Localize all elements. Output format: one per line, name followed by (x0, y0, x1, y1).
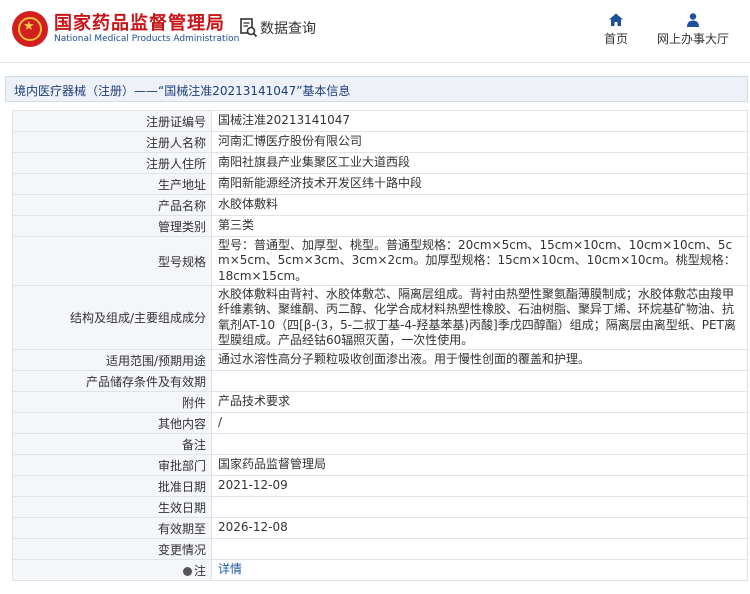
home-icon (609, 13, 623, 26)
table-row: 其他内容 / (12, 412, 748, 434)
field-label: 注册人名称 (12, 131, 212, 153)
field-label: 有效期至 (12, 517, 212, 539)
record-title-bar: 境内医疗器械（注册）——“国械注准20213141047”基本信息 (5, 76, 748, 102)
site-name[interactable]: 国家药品监督管理局 (54, 9, 225, 35)
nav-online-service-hall[interactable]: 网上办事大厅 (651, 12, 735, 47)
field-label: 生产地址 (12, 173, 212, 195)
nav-hall-label: 网上办事大厅 (656, 32, 729, 46)
field-label: 变更情况 (12, 538, 212, 560)
field-value: 河南汇博医疗股份有限公司 (211, 131, 748, 153)
field-value (211, 433, 748, 455)
emblem-logo-icon[interactable] (12, 11, 48, 47)
bulb-icon (182, 566, 192, 576)
field-value (211, 496, 748, 518)
detail-link[interactable]: 详情 (218, 562, 242, 576)
field-label: 审批部门 (12, 454, 212, 476)
person-icon (687, 13, 699, 27)
field-label: 备注 (12, 433, 212, 455)
field-value: 2021-12-09 (211, 475, 748, 497)
table-row: 结构及组成/主要组成成分 水胶体敷料由背衬、水胶体敷芯、隔离层组成。背衬由热塑性聚… (12, 285, 748, 350)
field-value: 国家药品监督管理局 (211, 454, 748, 476)
field-label: 结构及组成/主要组成成分 (12, 285, 212, 350)
field-value: 国械注准20213141047 (211, 110, 748, 132)
field-label: 型号规格 (12, 236, 212, 286)
data-query-icon (240, 18, 258, 38)
table-row: 生产地址 南阳新能源经济技术开发区纬十路中段 (12, 173, 748, 195)
field-value: 产品技术要求 (211, 391, 748, 413)
table-row: 批准日期 2021-12-09 (12, 475, 748, 497)
field-value: 详情 (211, 559, 748, 581)
table-row: 注册人名称 河南汇博医疗股份有限公司 (12, 131, 748, 153)
nav-home[interactable]: 首页 (598, 12, 634, 47)
field-label: 注册人住所 (12, 152, 212, 174)
field-value (211, 370, 748, 392)
field-label: 批准日期 (12, 475, 212, 497)
field-value: 水胶体敷料由背衬、水胶体敷芯、隔离层组成。背衬由热塑性聚氨酯薄膜制成；水胶体敷芯… (211, 285, 748, 350)
record-info-table: 注册证编号 国械注准20213141047 注册人名称 河南汇博医疗股份有限公司 注册人… (12, 110, 748, 581)
field-label: 附件 (12, 391, 212, 413)
table-row: 变更情况 (12, 538, 748, 560)
data-query-label: 数据查询 (260, 21, 316, 37)
field-value: 南阳社旗县产业集聚区工业大道西段 (211, 152, 748, 174)
field-value: 型号：普通型、加厚型、桃型。普通型规格：20cm×5cm、15cm×10cm、1… (211, 236, 748, 286)
note-label: 注 (193, 563, 206, 578)
field-value: 2026-12-08 (211, 517, 748, 539)
table-row: 产品名称 水胶体敷料 (12, 194, 748, 216)
table-row: 注册人住所 南阳社旗县产业集聚区工业大道西段 (12, 152, 748, 174)
field-value: 水胶体敷料 (211, 194, 748, 216)
field-label: 管理类别 (12, 215, 212, 237)
table-row: 生效日期 (12, 496, 748, 518)
table-row: 备注 (12, 433, 748, 455)
table-row: 型号规格 型号：普通型、加厚型、桃型。普通型规格：20cm×5cm、15cm×10… (12, 236, 748, 286)
field-value: / (211, 412, 748, 434)
table-row: 附件 产品技术要求 (12, 391, 748, 413)
site-name-en: National Medical Products Administration (54, 34, 240, 44)
field-label: 注册证编号 (12, 110, 212, 132)
record-title: 境内医疗器械（注册）——“国械注准20213141047”基本信息 (14, 84, 351, 98)
table-row: 注册证编号 国械注准20213141047 (12, 110, 748, 132)
field-label: 其他内容 (12, 412, 212, 434)
field-value: 通过水溶性高分子颗粒吸收创面渗出液。用于慢性创面的覆盖和护理。 (211, 349, 748, 371)
field-label: 生效日期 (12, 496, 212, 518)
field-value: 南阳新能源经济技术开发区纬十路中段 (211, 173, 748, 195)
site-header: 国家药品监督管理局 National Medical Products Admi… (0, 0, 750, 63)
table-row: 产品储存条件及有效期 (12, 370, 748, 392)
table-row: 有效期至 2026-12-08 (12, 517, 748, 539)
table-row: 注详情 (12, 559, 748, 581)
field-value (211, 538, 748, 560)
field-label: 适用范围/预期用途 (12, 349, 212, 371)
field-label: 注 (12, 559, 212, 581)
table-row: 审批部门 国家药品监督管理局 (12, 454, 748, 476)
data-query-link[interactable]: 数据查询 (240, 18, 316, 38)
field-label: 产品储存条件及有效期 (12, 370, 212, 392)
table-row: 适用范围/预期用途 通过水溶性高分子颗粒吸收创面渗出液。用于慢性创面的覆盖和护理。 (12, 349, 748, 371)
field-label: 产品名称 (12, 194, 212, 216)
nav-home-label: 首页 (603, 32, 628, 46)
table-row: 管理类别 第三类 (12, 215, 748, 237)
field-value: 第三类 (211, 215, 748, 237)
